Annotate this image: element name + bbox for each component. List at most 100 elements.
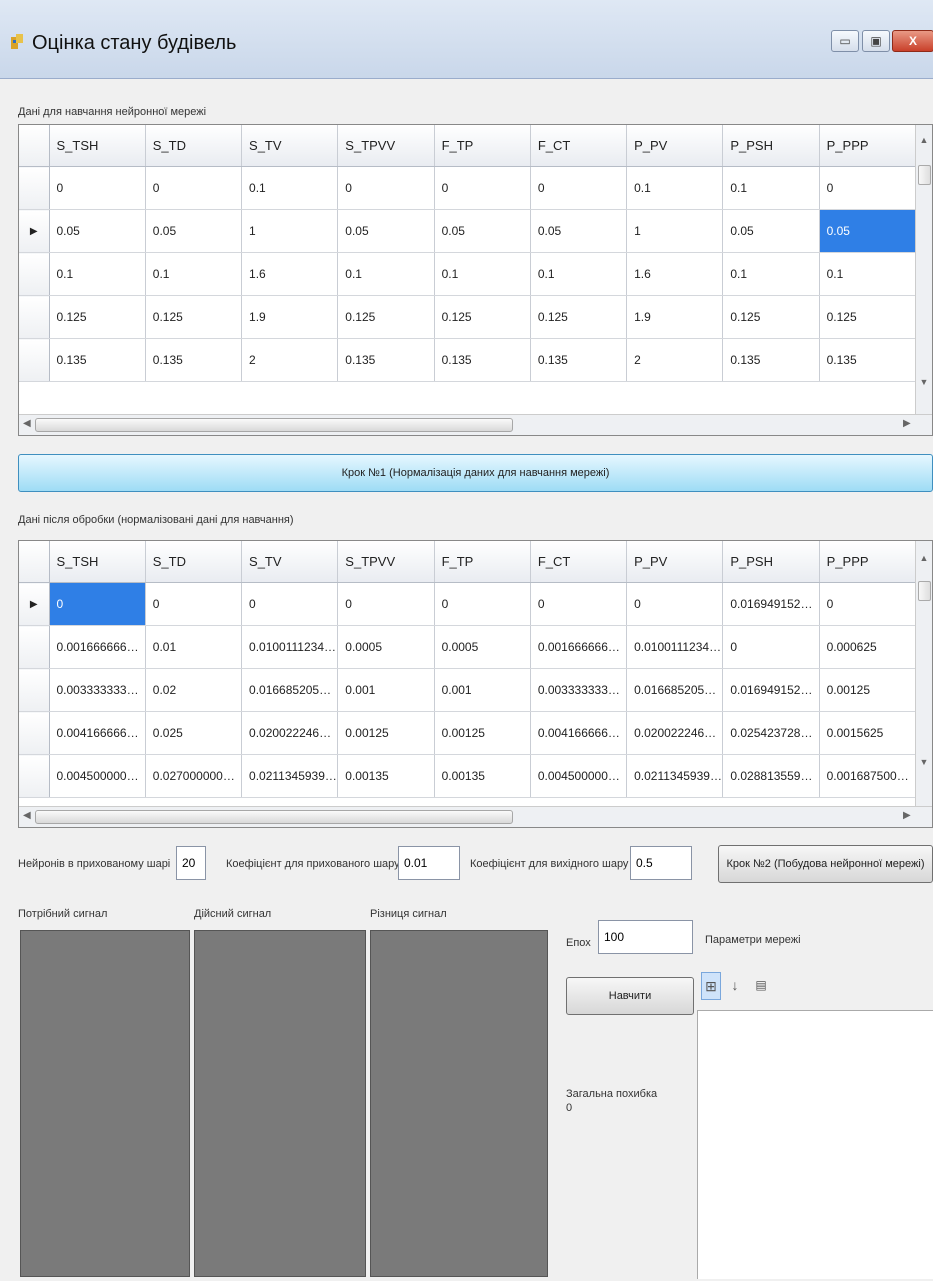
table-cell[interactable]: 0.00125 xyxy=(337,711,435,755)
train-button[interactable]: Навчити xyxy=(566,977,694,1015)
table-cell[interactable]: 0.1 xyxy=(530,252,628,296)
table-cell[interactable]: 0.00125 xyxy=(819,668,917,712)
table-cell[interactable]: 0.001687500000 xyxy=(819,754,917,798)
table-cell[interactable]: 0.1 xyxy=(434,252,531,296)
table-cell[interactable]: 0.0015625 xyxy=(819,711,917,755)
table-row[interactable]: 0.001666666666...0.010.010011123470...0.… xyxy=(19,625,917,669)
table-cell[interactable]: 0.021134593993... xyxy=(626,754,724,798)
minimize-button[interactable]: ▭ xyxy=(831,30,859,52)
table-cell[interactable]: 0.016949152542... xyxy=(722,668,820,712)
table-cell[interactable]: 0.05 xyxy=(434,209,531,253)
row-header[interactable] xyxy=(19,625,50,669)
table-cell[interactable]: 0.003333333333... xyxy=(49,668,146,712)
sort-alphabetical-icon[interactable]: ↓ xyxy=(726,972,744,998)
row-header[interactable] xyxy=(19,166,50,210)
column-header-s_tv[interactable]: S_TV xyxy=(241,541,339,583)
table-cell[interactable]: 0.001 xyxy=(434,668,531,712)
table-cell[interactable]: 0.125 xyxy=(530,295,628,339)
table-cell[interactable]: 0 xyxy=(722,625,820,669)
build-network-button[interactable]: Крок №2 (Побудова нейронної мережі) xyxy=(718,845,933,883)
table-cell[interactable]: 0.001666666666... xyxy=(530,625,628,669)
table-cell[interactable]: 0 xyxy=(626,582,724,626)
scroll-left-icon[interactable]: ◀ xyxy=(23,810,31,821)
network-params-grid[interactable] xyxy=(697,1010,933,1279)
table-cell[interactable]: 1.6 xyxy=(241,252,339,296)
column-header-f_tp[interactable]: F_TP xyxy=(434,125,531,167)
horizontal-scroll-thumb[interactable] xyxy=(35,418,513,432)
column-header-f_ct[interactable]: F_CT xyxy=(530,541,628,583)
table-row[interactable]: 0.004500000000...0.027000000000...0.0211… xyxy=(19,754,917,798)
column-header-f_ct[interactable]: F_CT xyxy=(530,125,628,167)
hidden-coef-input[interactable] xyxy=(398,846,460,880)
column-header-p_ppp[interactable]: P_PPP xyxy=(819,125,917,167)
table-cell[interactable]: 0 xyxy=(337,166,435,210)
table-cell[interactable]: 0.028813559322... xyxy=(722,754,820,798)
table-cell[interactable]: 0.016949152542... xyxy=(722,582,820,626)
table-cell[interactable]: 0.0005 xyxy=(337,625,435,669)
scroll-right-icon[interactable]: ▶ xyxy=(903,810,911,821)
table-cell[interactable]: 0.05 xyxy=(722,209,820,253)
normalized-data-grid[interactable]: S_TSH S_TD S_TV S_TPVV F_TP F_CT P_PV P_PSH P_PP… xyxy=(18,540,933,828)
normalized-grid-horizontal-scrollbar[interactable]: ◀ ▶ xyxy=(19,806,932,827)
table-cell[interactable]: 0.135 xyxy=(819,338,917,382)
table-cell[interactable]: 0.000625 xyxy=(819,625,917,669)
table-cell[interactable]: 1.9 xyxy=(241,295,339,339)
column-header-p_ppp[interactable]: P_PPP xyxy=(819,541,917,583)
table-cell[interactable]: 0.027000000000... xyxy=(145,754,243,798)
training-grid-vertical-scrollbar[interactable]: ▲ ▼ xyxy=(915,125,932,415)
table-cell[interactable]: 1 xyxy=(626,209,724,253)
table-cell[interactable]: 0 xyxy=(241,582,339,626)
column-header-s_tsh[interactable]: S_TSH xyxy=(49,541,146,583)
table-cell[interactable]: 0.01 xyxy=(145,625,243,669)
table-cell[interactable]: 0.1 xyxy=(722,252,820,296)
column-header-s_tv[interactable]: S_TV xyxy=(241,125,339,167)
table-cell[interactable]: 0.025423728813... xyxy=(722,711,820,755)
table-row[interactable]: ▶00000000.016949152542...0 xyxy=(19,582,917,626)
table-cell[interactable]: 0.135 xyxy=(722,338,820,382)
scroll-left-icon[interactable]: ◀ xyxy=(23,418,31,429)
table-cell[interactable]: 0.00135 xyxy=(337,754,435,798)
table-cell[interactable]: 0.025 xyxy=(145,711,243,755)
column-header-s_td[interactable]: S_TD xyxy=(145,125,243,167)
table-cell[interactable]: 0 xyxy=(49,166,146,210)
table-cell[interactable]: 0.0005 xyxy=(434,625,531,669)
column-header-s_tsh[interactable]: S_TSH xyxy=(49,125,146,167)
normalized-grid-vertical-scrollbar[interactable]: ▲ ▼ xyxy=(915,541,932,807)
horizontal-scroll-thumb[interactable] xyxy=(35,810,513,824)
scroll-up-icon[interactable]: ▲ xyxy=(916,135,932,145)
table-cell[interactable]: 0.020022246941... xyxy=(241,711,339,755)
row-header[interactable]: ▶ xyxy=(19,582,50,626)
table-cell[interactable]: 0.1 xyxy=(337,252,435,296)
table-cell[interactable]: 0.004500000000... xyxy=(530,754,628,798)
table-cell[interactable]: 0 xyxy=(530,166,628,210)
table-cell[interactable]: 0.004500000000... xyxy=(49,754,146,798)
scroll-down-icon[interactable]: ▼ xyxy=(916,377,932,387)
table-row[interactable]: 0.1 0.1 1.6 0.1 0.1 0.1 1.6 0.1 0.1 xyxy=(19,252,917,296)
table-cell[interactable]: 0 xyxy=(530,582,628,626)
hidden-neurons-input[interactable] xyxy=(176,846,206,880)
normalize-data-button[interactable]: Крок №1 (Нормалізація даних для навчання… xyxy=(18,454,933,492)
table-cell[interactable]: 1 xyxy=(241,209,339,253)
training-data-grid[interactable]: S_TSH S_TD S_TV S_TPVV F_TP F_CT P_PV P_PSH P_PP… xyxy=(18,124,933,436)
table-cell[interactable]: 0.02 xyxy=(145,668,243,712)
epochs-input[interactable] xyxy=(598,920,693,954)
table-row[interactable]: 0 0 0.1 0 0 0 0.1 0.1 0 xyxy=(19,166,917,210)
table-cell[interactable]: 0.001666666666... xyxy=(49,625,146,669)
table-cell[interactable]: 0.010011123470... xyxy=(241,625,339,669)
table-cell[interactable]: 0.1 xyxy=(819,252,917,296)
table-cell[interactable]: 0.00125 xyxy=(434,711,531,755)
scroll-right-icon[interactable]: ▶ xyxy=(903,418,911,429)
categorized-view-icon[interactable]: ⊞ xyxy=(701,972,721,1000)
vertical-scroll-thumb[interactable] xyxy=(918,581,931,601)
scroll-up-icon[interactable]: ▲ xyxy=(916,553,932,563)
column-header-s_tpvv[interactable]: S_TPVV xyxy=(337,125,435,167)
table-cell[interactable]: 2 xyxy=(241,338,339,382)
table-cell[interactable]: 0.125 xyxy=(49,295,146,339)
table-cell[interactable]: 0.001 xyxy=(337,668,435,712)
maximize-button[interactable]: ▣ xyxy=(862,30,890,52)
table-cell[interactable]: 0.125 xyxy=(145,295,243,339)
table-cell[interactable]: 0.05 xyxy=(49,209,146,253)
table-cell[interactable]: 0 xyxy=(145,582,243,626)
output-coef-input[interactable] xyxy=(630,846,692,880)
scroll-down-icon[interactable]: ▼ xyxy=(916,757,932,767)
